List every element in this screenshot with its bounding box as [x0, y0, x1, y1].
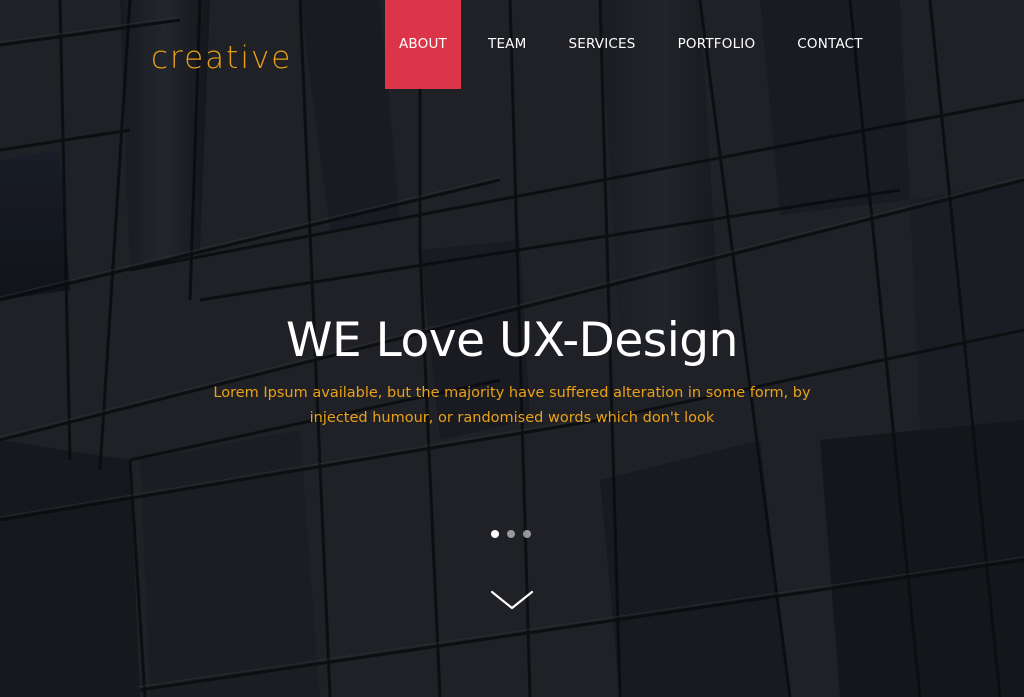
- nav-item-portfolio[interactable]: PORTFOLIO: [664, 0, 770, 89]
- nav-item-label: TEAM: [488, 35, 527, 52]
- main-nav: ABOUT TEAM SERVICES PORTFOLIO CONTACT: [385, 0, 891, 89]
- hero-subtext: Lorem Ipsum available, but the majority …: [213, 385, 811, 426]
- slider-pagination: [491, 530, 531, 538]
- nav-item-services[interactable]: SERVICES: [554, 0, 649, 89]
- hero-section: creative ABOUT TEAM SERVICES PORTFOLIO C…: [0, 0, 1024, 697]
- nav-item-label: ABOUT: [398, 35, 447, 52]
- site-logo[interactable]: creative: [151, 38, 292, 78]
- nav-item-label: CONTACT: [797, 35, 863, 52]
- hero-headline: WE Love UX-Design: [286, 313, 738, 368]
- nav-item-label: SERVICES: [568, 35, 636, 52]
- slider-dot-3[interactable]: [523, 530, 531, 538]
- slider-dot-2[interactable]: [507, 530, 515, 538]
- nav-item-about[interactable]: ABOUT: [385, 0, 461, 89]
- slider-dot-1[interactable]: [491, 530, 499, 538]
- nav-item-label: PORTFOLIO: [677, 35, 756, 52]
- nav-item-team[interactable]: TEAM: [474, 0, 540, 89]
- nav-item-contact[interactable]: CONTACT: [783, 0, 876, 89]
- chevron-down-icon[interactable]: [490, 588, 534, 612]
